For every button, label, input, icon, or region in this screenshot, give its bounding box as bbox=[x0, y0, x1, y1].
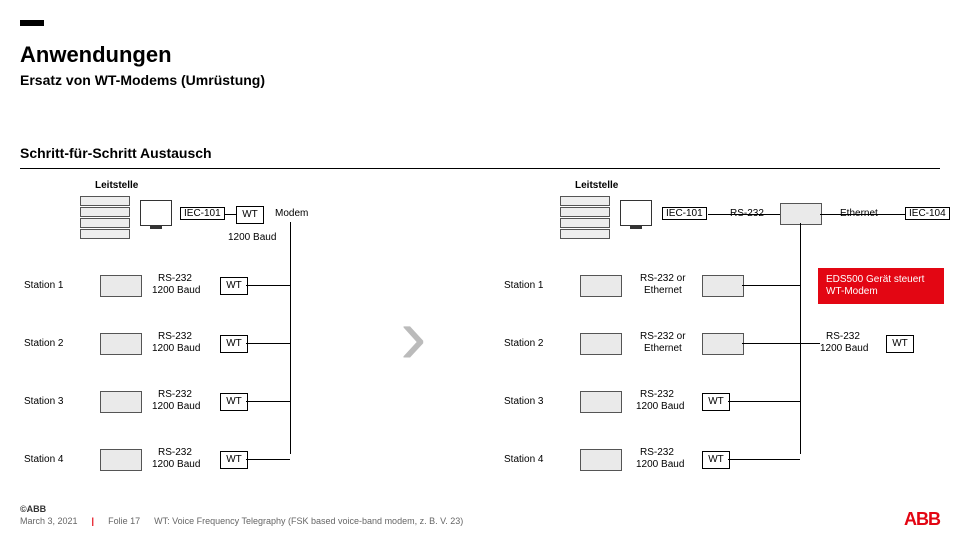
footer-page: Folie 17 bbox=[108, 516, 140, 526]
right-iec104-label: IEC-104 bbox=[905, 207, 950, 220]
connector-line bbox=[800, 343, 820, 344]
connector-line bbox=[246, 459, 290, 460]
slide: Anwendungen Ersatz von WT-Modems (Umrüst… bbox=[0, 0, 960, 540]
computer-icon bbox=[140, 200, 172, 226]
connector-line bbox=[246, 285, 290, 286]
station-proto: RS-232 or bbox=[640, 273, 686, 284]
divider bbox=[20, 168, 940, 169]
left-iec-label: IEC-101 bbox=[180, 207, 225, 220]
footer-copyright: ©ABB bbox=[20, 504, 46, 514]
eds-callout-text: EDS500 Gerät steuert WT-Modem bbox=[826, 274, 924, 297]
connector-line bbox=[708, 214, 780, 215]
bus-line-right bbox=[800, 223, 801, 454]
station-out-rate: 1200 Baud bbox=[820, 343, 868, 354]
wt-icon: WT bbox=[220, 451, 248, 469]
wt-icon: WT bbox=[220, 393, 248, 411]
connector-line bbox=[742, 343, 800, 344]
eds-device-icon bbox=[702, 333, 744, 355]
station-proto: RS-232 bbox=[158, 389, 192, 400]
station-rate: 1200 Baud bbox=[636, 459, 684, 470]
page-subtitle: Ersatz von WT-Modems (Umrüstung) bbox=[20, 72, 265, 88]
connector-line bbox=[728, 401, 800, 402]
footer: ©ABB March 3, 2021 | Folie 17 WT: Voice … bbox=[20, 504, 940, 526]
station-rate: 1200 Baud bbox=[152, 343, 200, 354]
left-baud-label: 1200 Baud bbox=[228, 232, 276, 243]
abb-logo: ABB bbox=[904, 509, 940, 530]
device-icon bbox=[100, 449, 142, 471]
device-icon bbox=[580, 275, 622, 297]
connector-line bbox=[728, 459, 800, 460]
station-proto: RS-232 bbox=[158, 447, 192, 458]
device-icon bbox=[580, 449, 622, 471]
right-iec-label: IEC-101 bbox=[662, 207, 707, 220]
footer-note: WT: Voice Frequency Telegraphy (FSK base… bbox=[154, 516, 463, 526]
station-rate: 1200 Baud bbox=[152, 285, 200, 296]
station-proto: RS-232 bbox=[640, 389, 674, 400]
eds-callout: EDS500 Gerät steuert WT-Modem bbox=[818, 268, 944, 304]
wt-icon: WT bbox=[702, 393, 730, 411]
station-out-proto: RS-232 bbox=[826, 331, 860, 342]
station-rate: 1200 Baud bbox=[152, 401, 200, 412]
station-rate: 1200 Baud bbox=[152, 459, 200, 470]
computer-icon bbox=[620, 200, 652, 226]
station-proto: RS-232 bbox=[158, 273, 192, 284]
left-leitstelle-label: Leitstelle bbox=[95, 180, 138, 191]
device-icon bbox=[100, 333, 142, 355]
bus-line-left bbox=[290, 222, 291, 454]
station-label: Station 4 bbox=[24, 454, 63, 465]
station-rate: Ethernet bbox=[644, 343, 682, 354]
server-icon bbox=[560, 196, 610, 214]
station-label: Station 2 bbox=[24, 338, 63, 349]
wt-icon: WT bbox=[886, 335, 914, 353]
left-wt-modem: WT bbox=[236, 206, 264, 224]
right-leitstelle-label: Leitstelle bbox=[575, 180, 618, 191]
station-proto: RS-232 bbox=[158, 331, 192, 342]
chevron-right-icon: › bbox=[400, 290, 427, 382]
station-proto: RS-232 bbox=[640, 447, 674, 458]
station-label: Station 1 bbox=[504, 280, 543, 291]
eds-device-icon bbox=[780, 203, 822, 225]
section-heading: Schritt-für-Schritt Austausch bbox=[20, 145, 212, 161]
station-label: Station 3 bbox=[504, 396, 543, 407]
connector-line bbox=[246, 343, 290, 344]
station-label: Station 4 bbox=[504, 454, 543, 465]
wt-icon: WT bbox=[220, 277, 248, 295]
station-proto: RS-232 or bbox=[640, 331, 686, 342]
connector-line bbox=[224, 214, 236, 215]
connector-line bbox=[246, 401, 290, 402]
device-icon bbox=[580, 391, 622, 413]
device-icon bbox=[580, 333, 622, 355]
brand-dash bbox=[20, 20, 44, 26]
page-title: Anwendungen bbox=[20, 42, 172, 68]
station-rate: 1200 Baud bbox=[636, 401, 684, 412]
server-icon bbox=[80, 196, 130, 214]
left-modem-label: Modem bbox=[275, 208, 308, 219]
station-label: Station 1 bbox=[24, 280, 63, 291]
wt-icon: WT bbox=[702, 451, 730, 469]
device-icon bbox=[100, 391, 142, 413]
station-label: Station 2 bbox=[504, 338, 543, 349]
connector-line bbox=[742, 285, 800, 286]
footer-date: March 3, 2021 bbox=[20, 516, 78, 526]
eds-device-icon bbox=[702, 275, 744, 297]
separator-icon: | bbox=[92, 516, 95, 526]
wt-icon: WT bbox=[220, 335, 248, 353]
device-icon bbox=[100, 275, 142, 297]
station-label: Station 3 bbox=[24, 396, 63, 407]
station-rate: Ethernet bbox=[644, 285, 682, 296]
connector-line bbox=[820, 214, 905, 215]
